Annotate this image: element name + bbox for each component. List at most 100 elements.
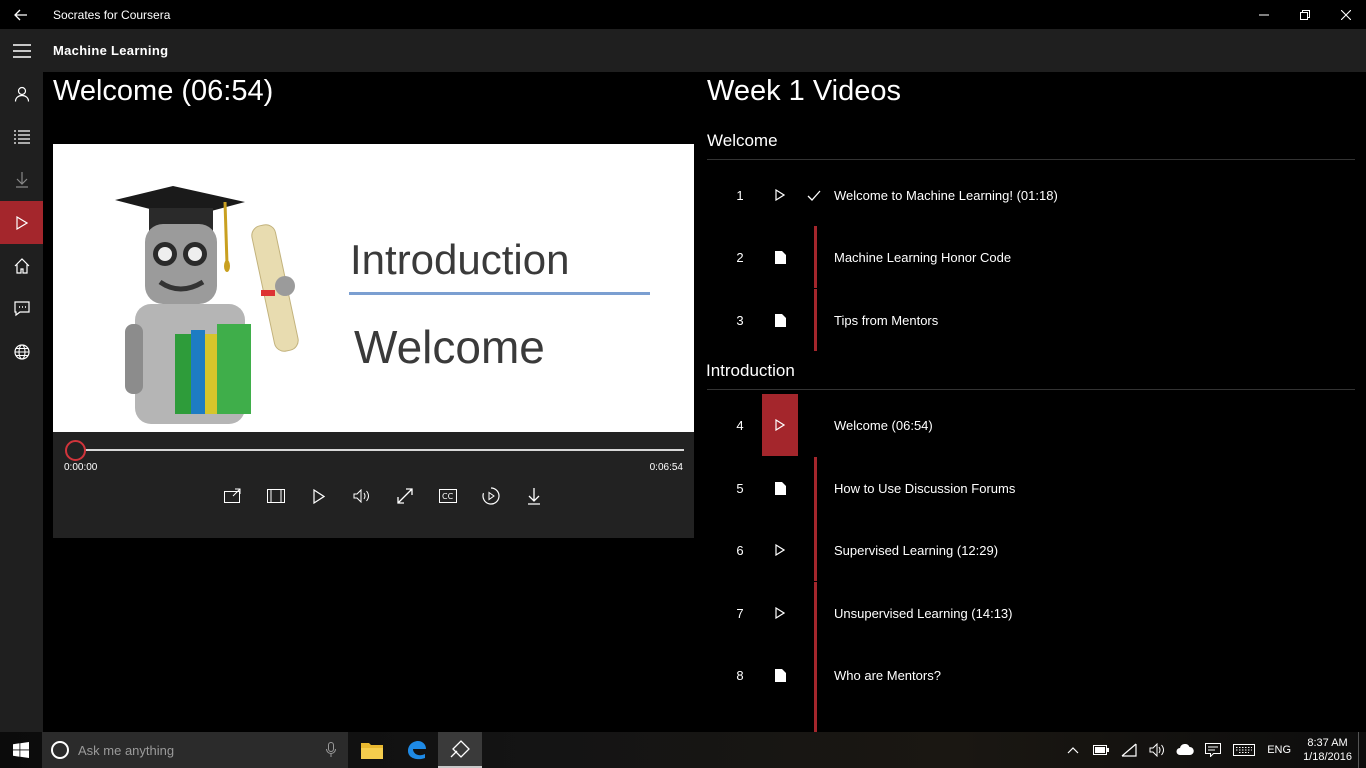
language-indicator[interactable]: ENG — [1261, 744, 1297, 756]
aspect-ratio-button[interactable] — [254, 484, 297, 508]
lecture-row-2[interactable]: 2 Machine Learning Honor Code — [707, 226, 1357, 288]
title-bar: Socrates for Coursera — [0, 0, 1366, 29]
search-box[interactable]: Ask me anything — [42, 732, 348, 768]
show-desktop-button[interactable] — [1358, 732, 1366, 768]
lecture-title: Welcome to Machine Learning! (01:18) — [834, 187, 1058, 203]
video-frame[interactable]: Introduction Welcome — [53, 144, 694, 432]
rail-item-outline[interactable] — [0, 115, 43, 158]
captions-button[interactable]: CC — [426, 484, 469, 508]
volume-button[interactable] — [340, 484, 383, 508]
progress-line — [814, 582, 817, 644]
close-icon — [1340, 9, 1351, 20]
notification-icon — [1205, 743, 1222, 757]
lecture-title: Supervised Learning (12:29) — [834, 542, 999, 558]
microphone-icon[interactable] — [326, 742, 336, 758]
search-placeholder: Ask me anything — [78, 742, 175, 758]
battery-button[interactable] — [1087, 732, 1115, 768]
taskbar-file-explorer[interactable] — [350, 732, 394, 768]
minimize-button[interactable] — [1243, 0, 1284, 29]
clock-date: 1/18/2016 — [1303, 751, 1352, 763]
progress-line — [814, 519, 817, 581]
profile-icon — [14, 86, 29, 102]
lecture-number: 6 — [736, 542, 744, 558]
socrates-app-icon — [450, 740, 470, 758]
duration-time: 0:06:54 — [649, 462, 683, 473]
cast-icon — [223, 488, 240, 503]
edge-browser-icon — [408, 741, 426, 760]
lecture-row-6[interactable]: 6 Supervised Learning (12:29) — [707, 519, 1357, 581]
cortana-icon — [51, 741, 69, 759]
seek-thumb[interactable] — [65, 440, 86, 461]
rail-item-home[interactable] — [0, 244, 43, 287]
lecture-number: 5 — [736, 480, 744, 496]
progress-line — [814, 226, 817, 288]
cloud-icon — [1176, 744, 1194, 755]
show-hidden-icons-button[interactable] — [1059, 732, 1087, 768]
window-title: Socrates for Coursera — [53, 7, 171, 22]
play-icon — [15, 215, 28, 230]
lecture-row-1[interactable]: 1 Welcome to Machine Learning! (01:18) — [707, 164, 1357, 226]
taskbar-edge[interactable] — [394, 732, 438, 768]
lecture-number: 2 — [736, 249, 744, 265]
playback-speed-icon — [481, 487, 500, 505]
lecture-number: 1 — [736, 187, 744, 203]
back-button[interactable] — [0, 0, 42, 29]
document-icon — [774, 481, 786, 495]
clock[interactable]: 8:37 AM 1/18/2016 — [1297, 736, 1358, 764]
back-arrow-icon — [14, 9, 27, 20]
seek-bar[interactable] — [76, 449, 684, 451]
rail-item-profile[interactable] — [0, 72, 43, 115]
volume-tray-button[interactable] — [1143, 732, 1171, 768]
lecture-number: 4 — [736, 417, 744, 433]
menu-button[interactable] — [0, 29, 43, 72]
lecture-row-4[interactable]: 4 Welcome (06:54) — [707, 394, 1357, 456]
progress-line — [814, 289, 817, 351]
lecture-row-3[interactable]: 3 Tips from Mentors — [707, 289, 1357, 351]
network-button[interactable] — [1115, 732, 1143, 768]
lecture-number: 3 — [736, 312, 744, 328]
lecture-title: Machine Learning Honor Code — [834, 249, 1012, 265]
fullscreen-button[interactable] — [383, 484, 426, 508]
progress-line — [814, 457, 817, 519]
close-button[interactable] — [1325, 0, 1366, 29]
keyboard-icon — [1233, 744, 1256, 756]
play-icon — [312, 488, 325, 504]
play-pause-button[interactable] — [297, 484, 340, 508]
closed-captions-icon: CC — [438, 489, 457, 503]
section-divider — [707, 159, 1355, 160]
lecture-row-7[interactable]: 7 Unsupervised Learning (14:13) — [707, 582, 1357, 644]
robot-graduate-illustration — [115, 186, 299, 424]
aspect-ratio-icon — [266, 489, 285, 503]
rail-item-videos[interactable] — [0, 201, 43, 244]
cast-button[interactable] — [211, 484, 254, 508]
lecture-type — [762, 289, 798, 351]
download-icon — [527, 487, 540, 505]
lecture-row-5[interactable]: 5 How to Use Discussion Forums — [707, 457, 1357, 519]
week-title: Week 1 Videos — [707, 75, 901, 107]
lecture-type — [762, 457, 798, 519]
lecture-title: Welcome (06:54) — [834, 417, 933, 433]
completed-marker — [807, 164, 821, 226]
rail-item-web[interactable] — [0, 330, 43, 373]
rail-item-downloads[interactable] — [0, 158, 43, 201]
section-divider — [707, 389, 1355, 390]
onedrive-button[interactable] — [1171, 732, 1199, 768]
playback-speed-button[interactable] — [469, 484, 512, 508]
keyboard-button[interactable] — [1227, 732, 1261, 768]
fullscreen-icon — [396, 488, 413, 504]
lecture-title: How to Use Discussion Forums — [834, 480, 1016, 496]
lecture-type — [762, 644, 798, 706]
taskbar-socrates-app[interactable] — [438, 732, 482, 768]
lecture-title: Tips from Mentors — [834, 312, 939, 328]
navigation-rail — [0, 72, 43, 732]
action-center-button[interactable] — [1199, 732, 1227, 768]
rail-item-forums[interactable] — [0, 287, 43, 330]
windows-logo-icon — [13, 742, 29, 758]
download-video-button[interactable] — [512, 484, 555, 508]
svg-text:CC: CC — [442, 492, 454, 501]
lecture-row-8[interactable]: 8 Who are Mentors? — [707, 644, 1357, 732]
play-icon — [775, 607, 785, 619]
lecture-number: 7 — [736, 605, 744, 621]
start-button[interactable] — [0, 732, 42, 768]
restore-button[interactable] — [1284, 0, 1325, 29]
